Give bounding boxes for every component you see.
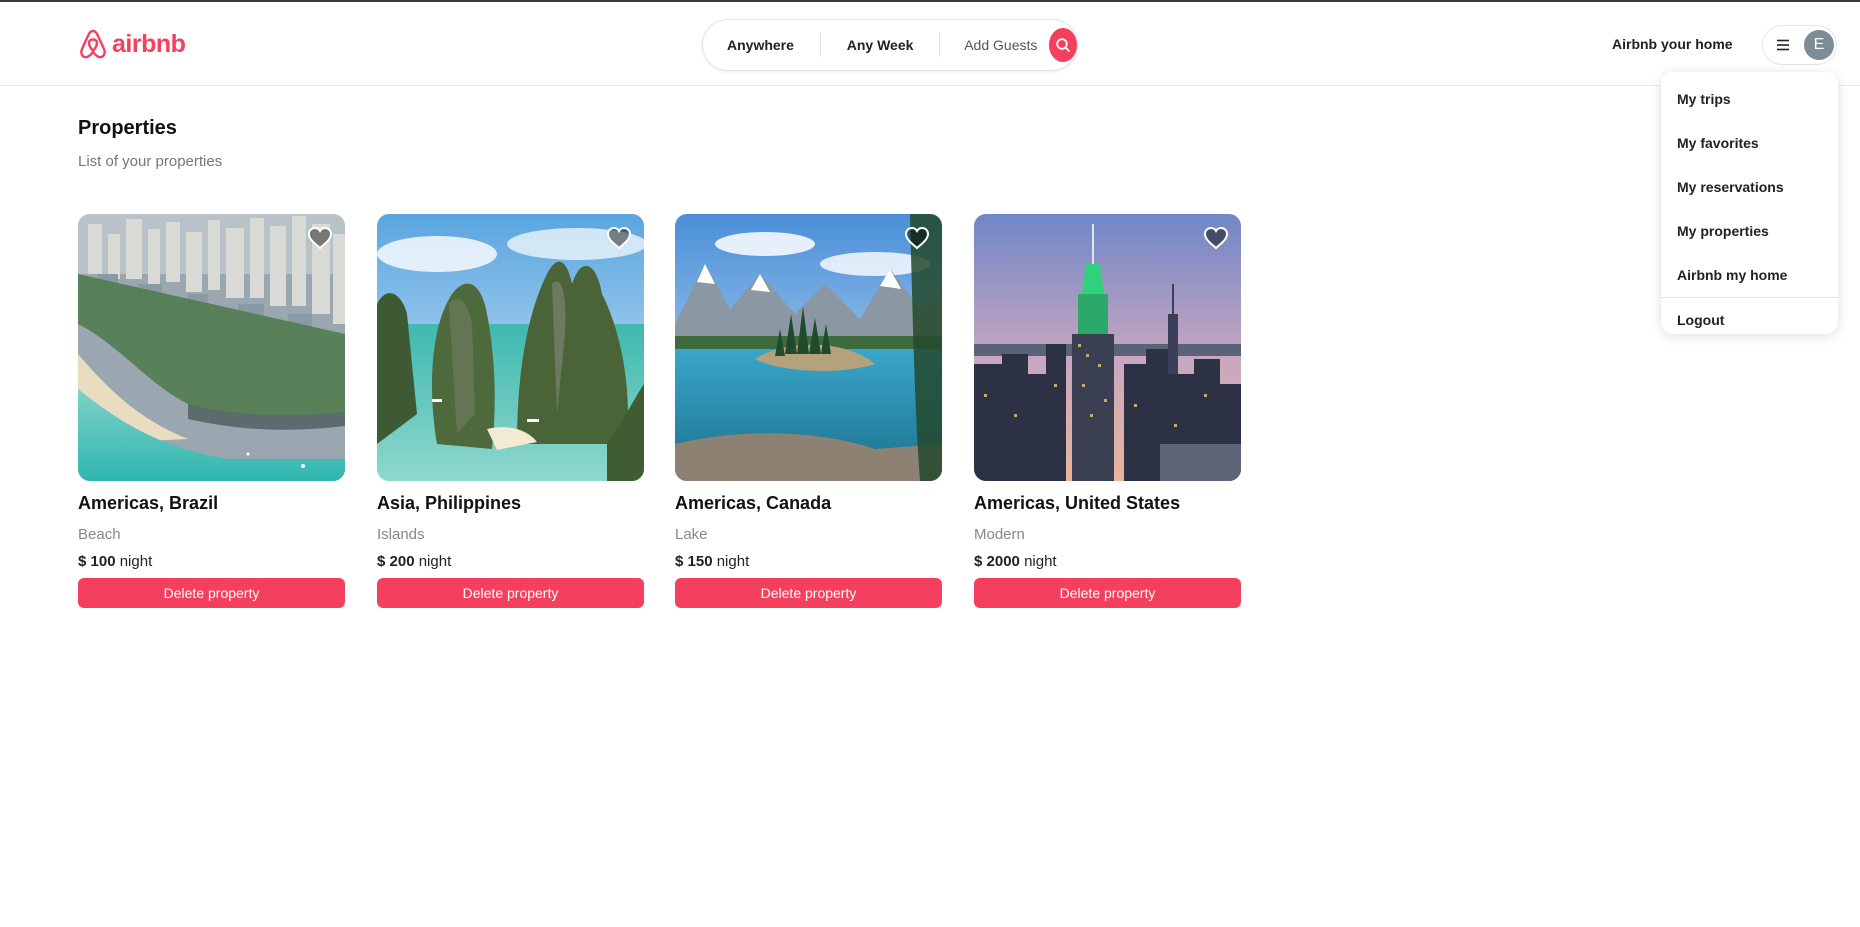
favorite-heart-icon[interactable]: [307, 226, 333, 250]
favorite-heart-icon[interactable]: [904, 226, 930, 250]
menu-icon: [1777, 39, 1789, 51]
search-guests[interactable]: Add Guests: [940, 37, 1049, 53]
user-dropdown-menu: My trips My favorites My reservations My…: [1661, 72, 1838, 334]
listing-price: $ 100 night: [78, 553, 345, 570]
page-subtitle: List of your properties: [78, 153, 223, 170]
listing-location: Asia, Philippines: [377, 493, 522, 513]
listing-location: Americas, Brazil: [78, 493, 219, 513]
listing-category: Modern: [974, 526, 1025, 543]
listing-image[interactable]: [78, 214, 345, 481]
menu-item-my-trips[interactable]: My trips: [1661, 77, 1838, 121]
menu-item-logout[interactable]: Logout: [1661, 298, 1838, 342]
search-bar[interactable]: Anywhere Any Week Add Guests: [702, 19, 1078, 71]
listing-price: $ 150 night: [675, 553, 942, 570]
listing-price-value: $ 100: [78, 553, 116, 570]
listing-image[interactable]: [377, 214, 644, 481]
search-icon: [1056, 38, 1071, 52]
delete-property-button[interactable]: Delete property: [675, 578, 942, 608]
navbar: airbnb Anywhere Any Week Add Guests Airb…: [0, 2, 1860, 86]
favorite-heart-icon[interactable]: [606, 226, 632, 250]
mountain-lake-image: [675, 214, 942, 481]
delete-property-button[interactable]: Delete property: [974, 578, 1241, 608]
listing-image[interactable]: [675, 214, 942, 481]
airbnb-your-home-link[interactable]: Airbnb your home: [1612, 36, 1733, 52]
search-location[interactable]: Anywhere: [703, 34, 820, 56]
listing-price-unit: night: [418, 553, 452, 570]
page-title: Properties: [78, 117, 177, 139]
menu-item-airbnb-my-home[interactable]: Airbnb my home: [1661, 253, 1838, 297]
listing-price: $ 2000 night: [974, 553, 1241, 570]
island-cliffs-image: [377, 214, 644, 481]
listing-category: Beach: [78, 526, 121, 543]
listing-card: Americas, United States Modern $ 2000 ni…: [974, 214, 1241, 608]
listing-price-value: $ 2000: [974, 553, 1020, 570]
city-skyline-image: [974, 214, 1241, 481]
airbnb-logo[interactable]: airbnb: [78, 28, 186, 60]
beach-city-image: [78, 214, 345, 481]
favorite-heart-icon[interactable]: [1203, 226, 1229, 250]
listing-price-value: $ 200: [377, 553, 415, 570]
listing-price-unit: night: [119, 553, 153, 570]
listing-price-unit: night: [1024, 553, 1057, 570]
avatar: E: [1804, 30, 1834, 60]
listing-price: $ 200 night: [377, 553, 644, 570]
listing-card: Americas, Canada Lake $ 150 night Delete…: [675, 214, 942, 608]
listing-category: Islands: [377, 526, 425, 543]
menu-item-my-favorites[interactable]: My favorites: [1661, 121, 1838, 165]
listing-category: Lake: [675, 526, 708, 543]
menu-item-my-properties[interactable]: My properties: [1661, 209, 1838, 253]
listing-card: Americas, Brazil Beach $ 100 night Delet…: [78, 214, 345, 608]
logo-text: airbnb: [112, 29, 186, 58]
airbnb-logo-icon: [80, 29, 106, 59]
menu-item-my-reservations[interactable]: My reservations: [1661, 165, 1838, 209]
user-menu-button[interactable]: E: [1762, 25, 1837, 65]
listing-price-value: $ 150: [675, 553, 713, 570]
delete-property-button[interactable]: Delete property: [78, 578, 345, 608]
listing-location: Americas, Canada: [675, 493, 832, 513]
delete-property-button[interactable]: Delete property: [377, 578, 644, 608]
search-button[interactable]: [1049, 28, 1077, 62]
search-week[interactable]: Any Week: [821, 34, 940, 56]
listing-image[interactable]: [974, 214, 1241, 481]
listing-price-unit: night: [716, 553, 750, 570]
listing-card: Asia, Philippines Islands $ 200 night De…: [377, 214, 644, 608]
listing-location: Americas, United States: [974, 493, 1181, 513]
